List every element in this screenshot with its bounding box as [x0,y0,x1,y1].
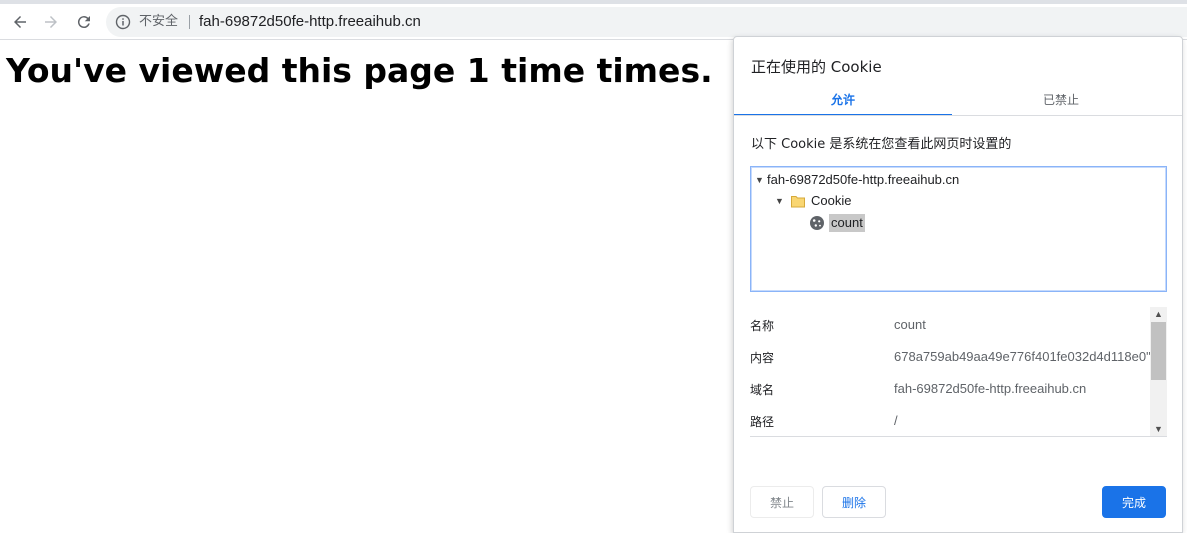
tab-blocked[interactable]: 已禁止 [952,92,1170,116]
reload-button[interactable] [71,9,97,35]
detail-value-name: count [894,317,926,332]
dialog-title: 正在使用的 Cookie [751,58,882,76]
done-button[interactable]: 完成 [1102,486,1166,518]
detail-label-domain: 域名 [750,383,775,397]
url-text[interactable]: fah-69872d50fe-http.freeaihub.cn [199,13,421,31]
detail-value-content: 678a759ab49aa49e776f401fe032d4d118e0" [894,349,1151,364]
tab-allowed[interactable]: 允许 [734,92,952,116]
info-icon[interactable] [115,14,131,30]
cookie-dialog: 正在使用的 Cookie 允许 已禁止 以下 Cookie 是系统在您查看此网页… [733,36,1183,533]
detail-label-name: 名称 [750,319,775,333]
browser-toolbar: 不安全 fah-69872d50fe-http.freeaihub.cn [0,4,1187,40]
address-bar[interactable]: 不安全 fah-69872d50fe-http.freeaihub.cn [106,7,1187,37]
detail-label-content: 内容 [750,351,775,365]
details-scrollbar[interactable]: ▲ ▼ [1150,307,1167,436]
detail-value-path: / [894,413,898,428]
arrow-right-icon [45,16,57,28]
tree-item-cookie[interactable]: count [809,214,865,232]
block-button[interactable]: 禁止 [750,486,814,518]
detail-value-domain: fah-69872d50fe-http.freeaihub.cn [894,381,1087,396]
forward-button[interactable] [38,9,64,35]
delete-button[interactable]: 删除 [822,486,886,518]
back-button[interactable] [7,9,33,35]
cookie-details: 名称 count 内容 678a759ab49aa49e776f401fe032… [750,307,1167,437]
detail-label-path: 路径 [750,415,775,429]
reload-icon [77,16,90,29]
scroll-down-icon[interactable]: ▼ [1150,422,1167,436]
expand-triangle-icon[interactable]: ▼ [775,193,787,209]
tree-site-label: fah-69872d50fe-http.freeaihub.cn [767,172,960,187]
cookie-tree[interactable]: ▼ fah-69872d50fe-http.freeaihub.cn ▼ Coo… [750,166,1167,292]
tree-folder-label: Cookie [811,193,852,208]
security-status[interactable]: 不安全 [139,14,178,30]
page-heading: You've viewed this page 1 time times. [6,51,713,90]
arrow-left-icon [14,16,26,28]
scroll-up-icon[interactable]: ▲ [1150,307,1167,322]
scrollbar-thumb[interactable] [1151,322,1166,380]
cookie-icon [810,216,824,230]
dialog-description: 以下 Cookie 是系统在您查看此网页时设置的 [751,137,1012,152]
tab-divider [734,115,1182,116]
tree-item-site[interactable]: ▼ fah-69872d50fe-http.freeaihub.cn [755,172,959,188]
folder-icon [791,195,805,207]
tree-cookie-label: count [829,214,865,232]
tree-item-folder[interactable]: ▼ Cookie [775,193,851,209]
omnibox-divider [189,15,190,29]
expand-triangle-icon[interactable]: ▼ [755,172,767,188]
